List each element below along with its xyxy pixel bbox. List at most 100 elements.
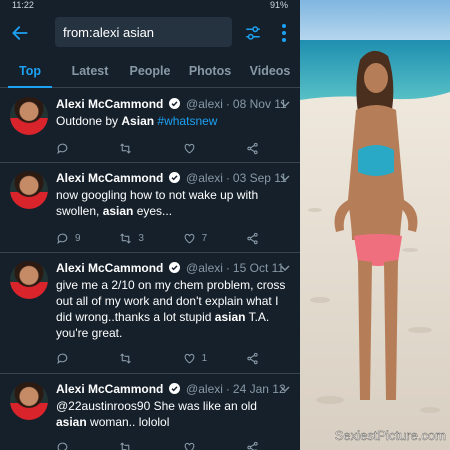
reply-icon (57, 353, 68, 364)
verified-badge-icon (168, 98, 180, 109)
tweet[interactable]: Alexi McCammond @alexi · 24 Jan 12 @22aust… (0, 374, 300, 450)
search-tabs: Top Latest People Photos Videos (0, 58, 300, 88)
verified-badge-icon (168, 262, 180, 273)
tweet-date: 24 Jan 12 (232, 382, 286, 396)
chevron-down-icon[interactable] (280, 174, 290, 182)
tweet-header: Alexi McCammond @alexi · 08 Nov 11 (56, 97, 292, 113)
retweet-count: 3 (138, 232, 144, 244)
status-battery: 91% (269, 0, 288, 10)
verified-badge-icon (168, 383, 180, 394)
tweet-text: Outdone by Asian #whatsnew (56, 113, 288, 129)
author-name[interactable]: Alexi McCammond (56, 261, 163, 275)
beach-scene-image: SexiestPicture.com (300, 0, 450, 450)
like-count: 7 (201, 232, 208, 244)
tweet-text-segment: @22austinroos90 She was like an old (56, 399, 257, 413)
reply-button[interactable] (56, 440, 116, 450)
author-handle: @alexi (186, 97, 223, 111)
author-name[interactable]: Alexi McCammond (56, 171, 163, 185)
reply-icon (57, 442, 68, 450)
tab-people[interactable]: People (120, 58, 180, 87)
more-options-icon[interactable] (280, 23, 288, 43)
tab-videos[interactable]: Videos (240, 58, 300, 87)
retweet-button[interactable] (119, 141, 179, 155)
like-button[interactable] (183, 141, 243, 155)
avatar[interactable] (10, 261, 48, 299)
share-icon (247, 441, 258, 450)
like-button[interactable]: 1 (183, 351, 243, 365)
retweet-icon (120, 142, 132, 154)
tweet-actions (56, 440, 260, 450)
tweet-actions: 9 3 7 (56, 231, 260, 245)
search-row: from:alexi asian (0, 17, 300, 49)
tweet-text: now googling how to not wake up with swo… (56, 187, 288, 219)
avatar[interactable] (10, 97, 48, 135)
highlighted-term: asian (102, 204, 134, 218)
retweet-icon (120, 441, 131, 450)
reply-button[interactable] (56, 141, 116, 155)
author-name[interactable]: Alexi McCammond (56, 382, 163, 396)
tweet-actions: 1 (56, 351, 260, 365)
share-button[interactable] (246, 231, 260, 245)
reply-button[interactable]: 9 (56, 231, 116, 245)
share-icon (247, 232, 258, 244)
retweet-button[interactable] (119, 351, 179, 365)
like-button[interactable]: 7 (183, 231, 243, 245)
tweet-header: Alexi McCammond @alexi · 24 Jan 12 (56, 382, 292, 398)
tweet[interactable]: Alexi McCammond @alexi · 08 Nov 11 Outdone… (0, 89, 300, 163)
tweet-text-segment: eyes... (133, 204, 173, 218)
hashtag-link[interactable]: #whatsnew (157, 114, 217, 128)
like-count: 1 (201, 352, 208, 364)
like-button[interactable] (183, 440, 243, 450)
tweet-header: Alexi McCammond @alexi · 15 Oct 11 (56, 261, 292, 277)
tweet[interactable]: Alexi McCammond @alexi · 03 Sep 11 now goo… (0, 163, 300, 253)
chevron-down-icon[interactable] (280, 100, 290, 108)
tab-photos[interactable]: Photos (180, 58, 240, 87)
retweet-button[interactable]: 3 (119, 231, 179, 245)
highlighted-term: asian (56, 415, 87, 429)
highlighted-term: asian (214, 310, 246, 324)
avatar[interactable] (10, 382, 48, 420)
share-button[interactable] (246, 351, 260, 365)
heart-icon (184, 143, 195, 153)
tweet-date: 03 Sep 11 (232, 171, 287, 185)
beach-photo: SexiestPicture.com (300, 0, 450, 450)
author-name[interactable]: Alexi McCammond (56, 97, 163, 111)
author-handle: @alexi (186, 382, 223, 396)
share-icon (247, 142, 258, 154)
retweet-button[interactable] (119, 440, 179, 450)
chevron-down-icon[interactable] (280, 264, 290, 272)
tab-latest[interactable]: Latest (60, 58, 120, 87)
search-input[interactable]: from:alexi asian (55, 17, 232, 47)
status-time: 11:22 (12, 0, 34, 10)
twitter-search-screen: 11:22 91% from:alexi asian Top Latest Pe… (0, 0, 300, 450)
status-bar: 11:22 91% (0, 0, 300, 10)
heart-icon (184, 442, 195, 450)
tweet-text-segment: woman.. lololol (86, 415, 170, 429)
reply-button[interactable] (56, 351, 116, 365)
retweet-icon (120, 232, 132, 244)
highlighted-term: Asian (121, 114, 155, 128)
tweet-actions (56, 141, 260, 155)
heart-icon (184, 233, 195, 243)
share-button[interactable] (246, 141, 260, 155)
reply-icon (57, 143, 68, 154)
filter-icon[interactable] (244, 24, 262, 42)
back-arrow-icon[interactable] (10, 23, 30, 43)
tweet-date: 15 Oct 11 (232, 261, 285, 275)
author-handle: @alexi (186, 171, 223, 185)
avatar[interactable] (10, 171, 48, 209)
retweet-icon (120, 352, 132, 364)
share-button[interactable] (246, 440, 260, 450)
share-icon (247, 352, 258, 364)
watermark: SexiestPicture.com (335, 428, 446, 443)
tweet-date: 08 Nov 11 (232, 97, 287, 111)
reply-count: 9 (75, 232, 81, 244)
chevron-down-icon[interactable] (280, 385, 290, 393)
reply-icon (57, 233, 68, 244)
tweet[interactable]: Alexi McCammond @alexi · 15 Oct 11 give me… (0, 253, 300, 374)
author-handle: @alexi (186, 261, 223, 275)
tweet-text: give me a 2/10 on my chem problem, cross… (56, 277, 288, 341)
tab-top[interactable]: Top (0, 58, 60, 88)
tweet-text-segment: Outdone by (56, 114, 122, 128)
tweet-text: @22austinroos90 She was like an old asia… (56, 398, 288, 430)
